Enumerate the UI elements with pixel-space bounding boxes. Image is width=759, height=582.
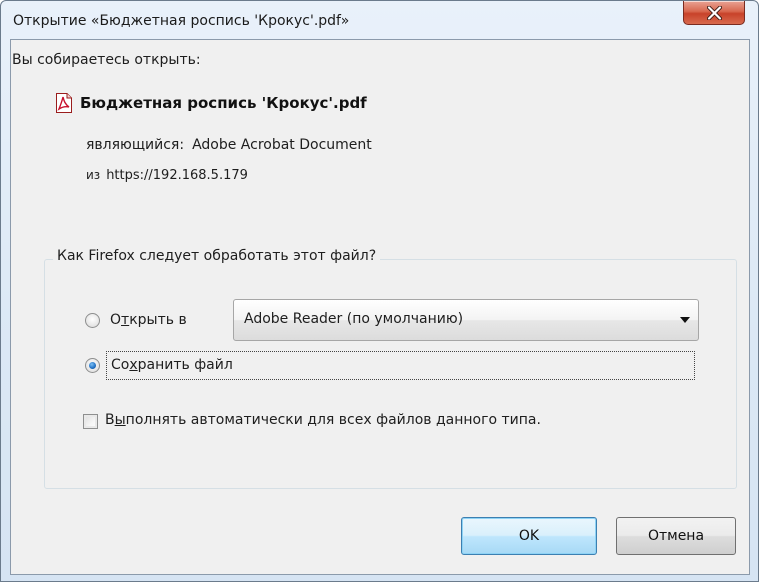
file-source-url: https://192.168.5.179 (106, 168, 248, 183)
handling-question: Как Firefox следует обработать этот файл… (53, 248, 381, 264)
open-prompt: Вы собираетесь открыть: (12, 52, 201, 68)
file-type-label: являющийся: (86, 137, 185, 153)
save-file-radio[interactable] (85, 358, 100, 373)
save-file-label[interactable]: Сохранить файл (106, 351, 695, 380)
file-name: Бюджетная роспись 'Крокус'.pdf (80, 94, 367, 112)
chevron-down-icon (680, 317, 690, 323)
file-open-dialog: Открытие «Бюджетная роспись 'Крокус'.pdf… (0, 0, 759, 582)
application-select[interactable]: Adobe Reader (по умолчанию) (233, 299, 699, 341)
ok-button[interactable]: OK (461, 517, 597, 555)
auto-action-checkbox[interactable] (83, 414, 98, 429)
cancel-button[interactable]: Отмена (616, 517, 736, 555)
file-type-row: являющийся: Adobe Acrobat Document (86, 137, 372, 153)
file-source-row: из https://192.168.5.179 (86, 168, 248, 183)
close-icon (707, 6, 722, 20)
open-with-radio[interactable] (85, 313, 100, 328)
close-button[interactable] (683, 1, 745, 25)
title-bar[interactable]: Открытие «Бюджетная роспись 'Крокус'.pdf… (1, 1, 758, 39)
application-select-value: Adobe Reader (по умолчанию) (244, 311, 464, 327)
auto-action-label[interactable]: Выполнять автоматически для всех файлов … (105, 412, 541, 428)
file-type-value: Adobe Acrobat Document (192, 137, 372, 153)
open-with-label[interactable]: Открыть в (110, 312, 187, 328)
window-title: Открытие «Бюджетная роспись 'Крокус'.pdf… (13, 13, 350, 29)
pdf-file-icon (56, 93, 72, 113)
file-source-label: из (86, 168, 101, 182)
